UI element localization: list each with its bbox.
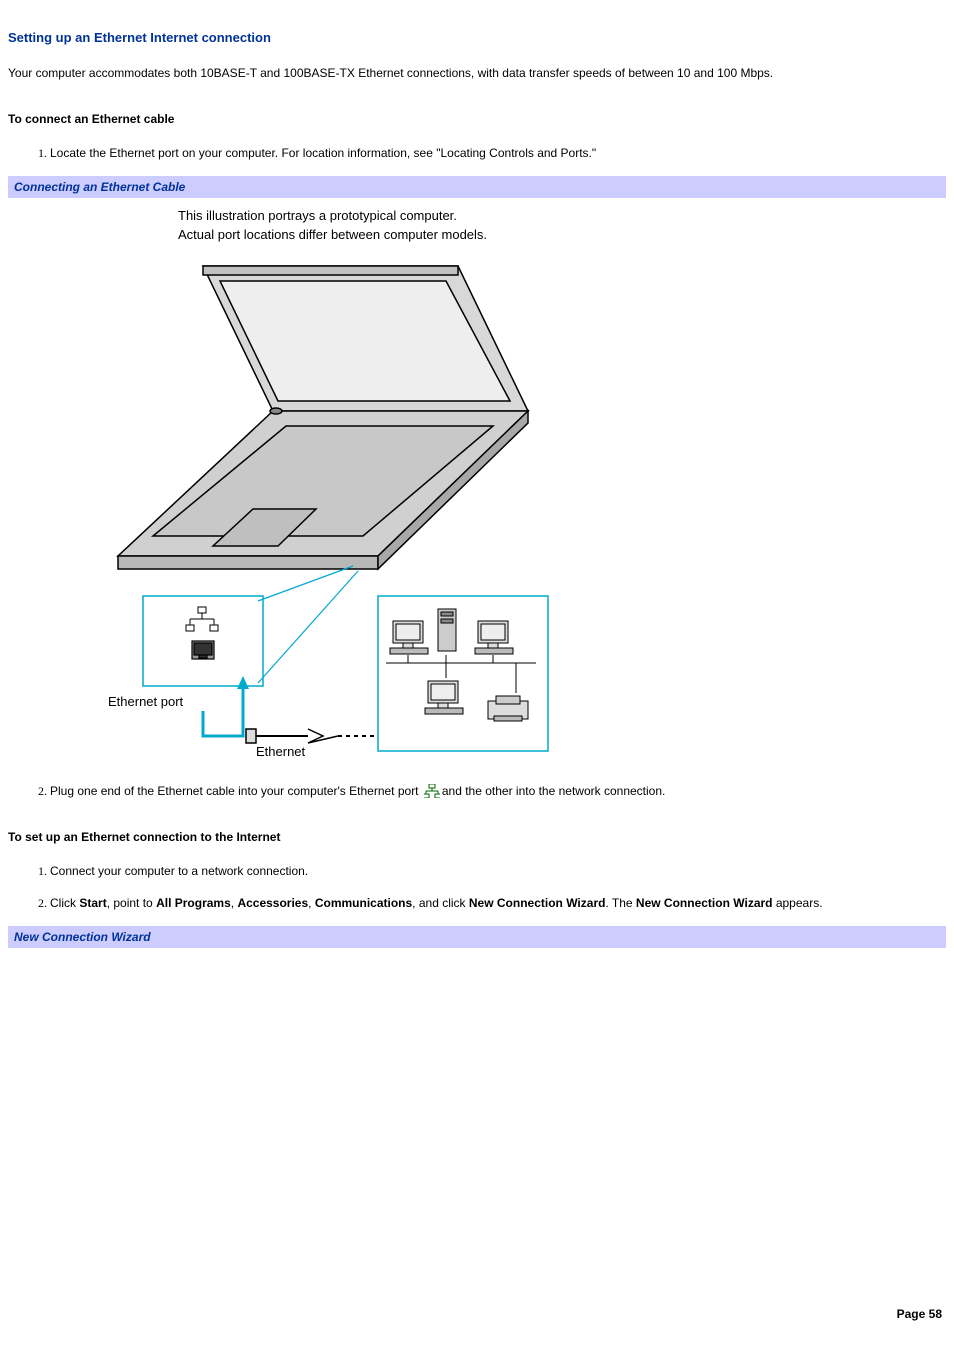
step2-text-part1: Plug one end of the Ethernet cable into … xyxy=(50,784,422,798)
step-item: Locate the Ethernet port on your compute… xyxy=(50,144,946,162)
figure-caption-line2: Actual port locations differ between com… xyxy=(178,227,487,242)
illustration: Ethernet port Ethernet cable xyxy=(98,251,946,766)
step-item: Plug one end of the Ethernet cable into … xyxy=(50,782,946,800)
figure-title-bar: New Connection Wizard xyxy=(8,926,946,948)
label-ethernet-cable-l1: Ethernet xyxy=(256,744,306,759)
step-item: Connect your computer to a network conne… xyxy=(50,862,946,880)
network-icon xyxy=(424,784,440,798)
figure-caption-line1: This illustration portrays a prototypica… xyxy=(178,208,457,223)
page-number: Page 58 xyxy=(897,1305,942,1323)
step2-text-part2: and the other into the network connectio… xyxy=(442,784,665,798)
figure-caption: This illustration portrays a prototypica… xyxy=(178,206,946,245)
subheading-setup-internet: To set up an Ethernet connection to the … xyxy=(8,828,946,846)
section-heading: Setting up an Ethernet Internet connecti… xyxy=(8,28,946,48)
figure-title-bar: Connecting an Ethernet Cable xyxy=(8,176,946,198)
subheading-connect-cable: To connect an Ethernet cable xyxy=(8,110,946,128)
step-item: Click Start, point to All Programs, Acce… xyxy=(50,894,946,912)
label-ethernet-cable-l2: cable xyxy=(256,759,287,761)
label-ethernet-port: Ethernet port xyxy=(108,694,184,709)
intro-paragraph: Your computer accommodates both 10BASE-T… xyxy=(8,64,946,82)
